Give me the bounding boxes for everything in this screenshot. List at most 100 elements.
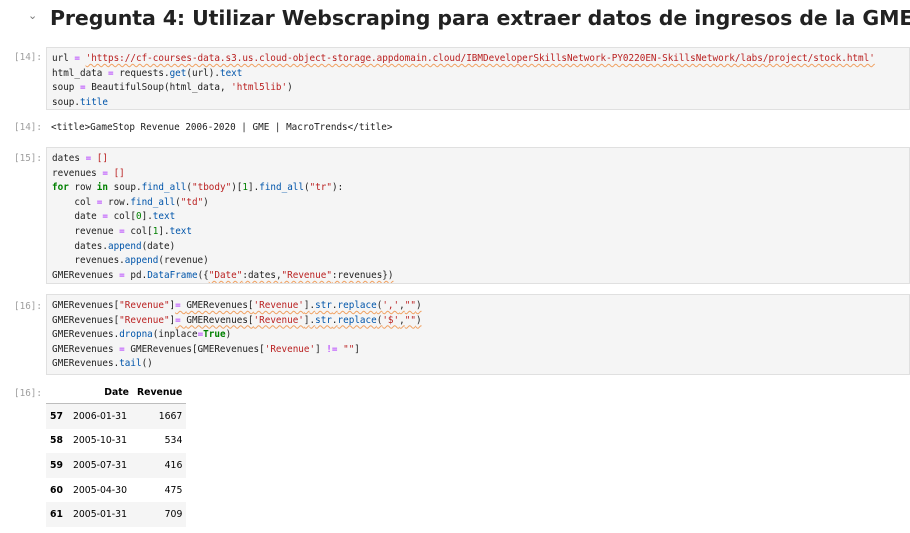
code-token: "tr": [309, 182, 332, 194]
table-row: 61 2005-01-31 709: [46, 502, 187, 527]
code-token: =: [102, 211, 114, 223]
cell-1-output-prompt: [14]:: [14, 122, 42, 133]
table-header-row: Date Revenue: [46, 382, 187, 404]
code-token: []: [96, 153, 108, 164]
code-token: (inplace: [152, 329, 198, 341]
code-token: =: [119, 343, 131, 355]
code-token: "Revenue": [281, 269, 332, 281]
code-token: text: [152, 211, 176, 223]
code-line: soup = BeautifulSoup(html_data, 'html5li…: [52, 81, 905, 96]
code-token: GMERevenues: [52, 269, 120, 281]
code-token: col[: [113, 211, 136, 223]
cell-revenue: 1667: [158, 410, 183, 422]
code-token: "td": [180, 196, 204, 208]
row-index: 61: [50, 509, 63, 521]
code-token: "Revenue": [119, 314, 170, 326]
code-token: 'https://cf-courses-data.s3.us.cloud-obj…: [85, 53, 875, 64]
code-token: text: [219, 67, 243, 79]
code-token: (): [141, 358, 153, 370]
code-token: True: [203, 329, 226, 341]
code-token: soup: [108, 182, 136, 194]
code-line: date = col[0].text: [52, 210, 905, 225]
code-token: '$': [382, 314, 400, 326]
code-token: soup: [52, 82, 80, 94]
code-token: find_all: [141, 182, 187, 194]
code-token: ): [287, 82, 293, 94]
code-line: url = 'https://cf-courses-data.s3.us.clo…: [52, 52, 905, 67]
code-token: =: [119, 269, 131, 281]
code-token: []: [113, 167, 125, 179]
section-heading: ⌄ Pregunta 4: Utilizar Webscraping para …: [28, 2, 910, 34]
code-token: in: [96, 182, 108, 194]
code-token: "": [404, 314, 416, 326]
code-token: find_all: [130, 196, 176, 208]
code-token: :revenues}): [331, 269, 394, 281]
cell-revenue: 709: [164, 509, 183, 521]
row-index: 60: [50, 484, 63, 496]
code-token: BeautifulSoup(html_data,: [91, 82, 232, 94]
code-line: GMERevenues = pd.DataFrame({"Date":dates…: [52, 269, 905, 283]
code-token: revenues: [52, 255, 120, 267]
code-token: "Revenue": [119, 300, 170, 311]
cell-2-code: dates = [] revenues = [] for row in soup.f…: [52, 152, 905, 283]
code-token: html_data: [52, 67, 108, 79]
cell-3-prompt: [16]:: [14, 301, 42, 312]
code-token: for: [52, 182, 69, 194]
code-token: GMERevenues[: [52, 300, 120, 311]
cell-2-code-editor[interactable]: dates = [] revenues = [] for row in soup.f…: [46, 147, 910, 284]
code-token: ]: [315, 343, 327, 355]
code-token: title: [80, 96, 108, 108]
dataframe-table: Date Revenue 57 2006-01-31 1667 58 2005-…: [46, 382, 187, 527]
code-token: GMERevenues: [52, 329, 114, 341]
cell-1-code-editor[interactable]: url = 'https://cf-courses-data.s3.us.clo…: [46, 47, 910, 110]
code-token: dropna: [119, 329, 153, 341]
code-token: replace: [337, 314, 377, 326]
code-token: soup: [52, 96, 75, 108]
cell-date: 2006-01-31: [72, 410, 127, 422]
table-row: 58 2005-10-31 534: [46, 429, 186, 454]
code-token: ): [415, 314, 422, 326]
code-token: (url): [186, 67, 215, 79]
cell-revenue: 416: [164, 459, 183, 471]
code-token: (date): [141, 240, 176, 252]
code-token: :dates,: [242, 269, 282, 281]
code-token: date: [52, 211, 103, 223]
code-token: =: [119, 225, 131, 237]
code-token: find_all: [259, 182, 304, 194]
cell-date: 2005-07-31: [72, 459, 127, 471]
code-token: str: [315, 300, 332, 311]
cell-3-code: GMERevenues["Revenue"]= GMERevenues['Rev…: [52, 299, 905, 372]
code-line: GMERevenues["Revenue"]= GMERevenues['Rev…: [52, 299, 905, 314]
code-token: "": [404, 300, 416, 311]
code-token: =: [96, 196, 108, 208]
code-token: dates: [52, 240, 103, 252]
code-token: "tbody": [192, 182, 232, 194]
row-index: 57: [50, 410, 63, 422]
code-token: dates: [52, 153, 86, 164]
code-token: GMERevenues[: [52, 314, 120, 326]
code-token: (revenue): [158, 255, 209, 267]
row-index: 59: [50, 459, 63, 471]
code-token: "": [343, 343, 355, 355]
code-token: append: [124, 255, 159, 267]
code-token: append: [107, 240, 142, 252]
code-line: GMERevenues["Revenue"]= GMERevenues['Rev…: [52, 314, 905, 329]
code-token: row: [68, 182, 97, 194]
cell-2-prompt: [15]:: [14, 153, 42, 164]
code-token: col: [52, 196, 97, 208]
code-token: replace: [337, 300, 377, 311]
code-token: ',': [382, 300, 400, 311]
code-token: col[: [130, 225, 153, 237]
cell-1-prompt: [14]:: [14, 52, 42, 63]
code-token: ]: [354, 343, 360, 355]
code-token: 'html5lib': [231, 82, 288, 94]
row-index: 58: [50, 435, 63, 447]
code-line: revenues = []: [52, 167, 905, 182]
code-token: str: [315, 314, 332, 326]
code-token: pd: [130, 269, 142, 281]
cell-3-code-editor[interactable]: GMERevenues["Revenue"]= GMERevenues['Rev…: [46, 294, 910, 375]
table-row: 60 2005-04-30 475: [46, 478, 186, 503]
code-token: =: [175, 300, 187, 311]
cell-date: 2005-01-31: [72, 509, 127, 521]
collapse-chevron-icon[interactable]: ⌄: [28, 9, 50, 22]
